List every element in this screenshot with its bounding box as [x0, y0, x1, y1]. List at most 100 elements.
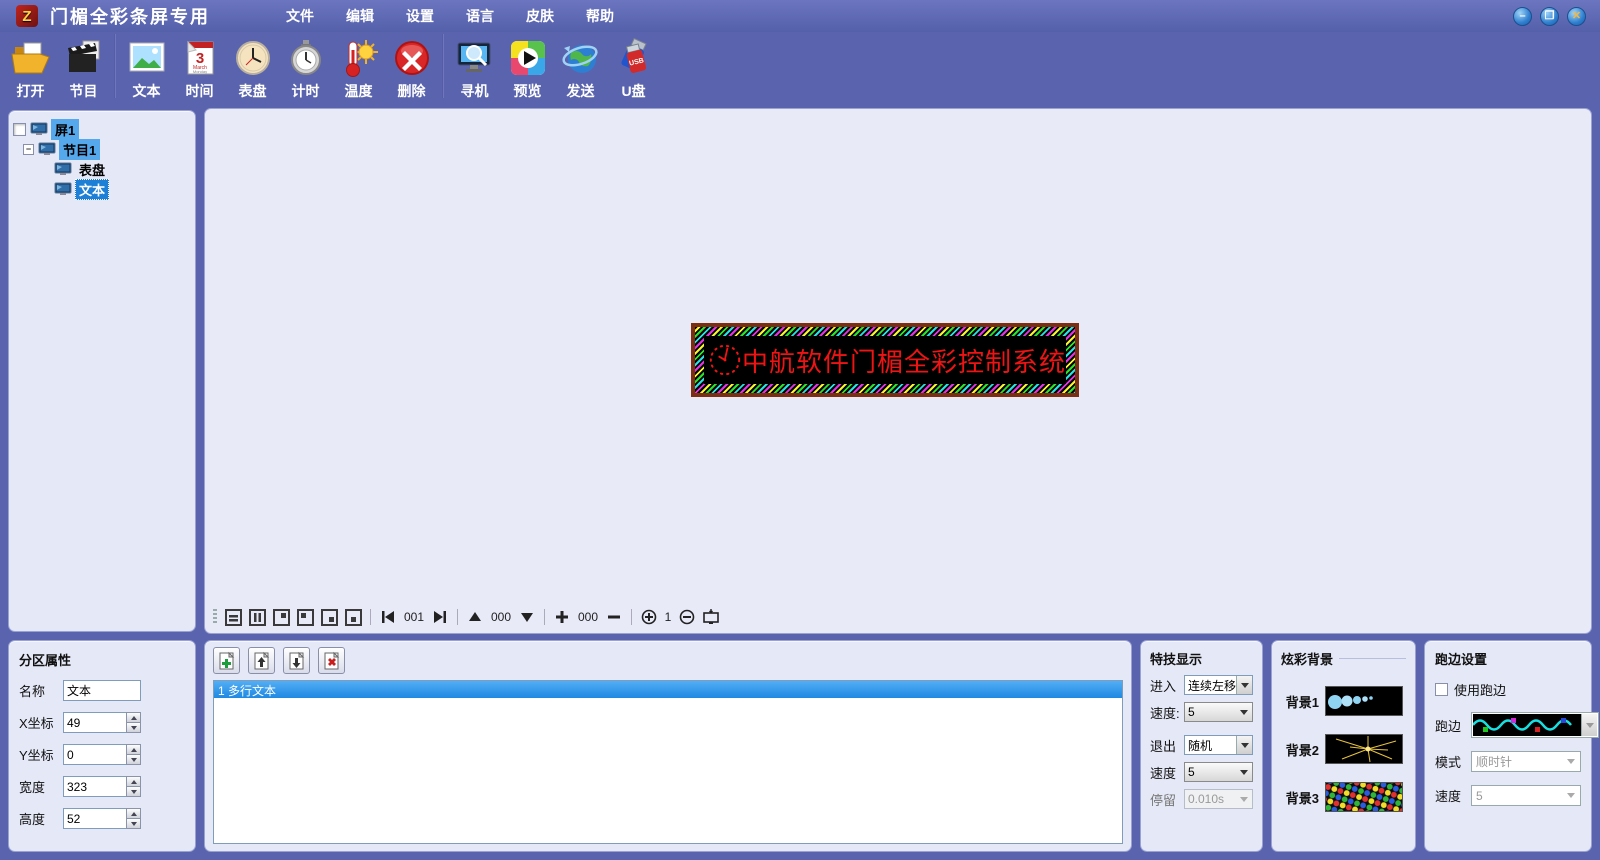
- align-bottom-right-button[interactable]: [319, 607, 339, 627]
- globe-send-icon: [560, 36, 602, 80]
- led-clock-icon: [708, 334, 742, 386]
- background3-thumbnail[interactable]: [1325, 782, 1403, 812]
- align-top-left-button[interactable]: [295, 607, 315, 627]
- align-vertical-center-button[interactable]: [247, 607, 267, 627]
- app-title: 门楣全彩条屏专用: [50, 3, 210, 29]
- menu-skin[interactable]: 皮肤: [510, 0, 570, 32]
- usb-drive-icon: USB: [613, 36, 655, 80]
- minimize-button[interactable]: –: [1513, 7, 1532, 26]
- row-up-button[interactable]: [465, 607, 485, 627]
- toolbar-grip[interactable]: [213, 609, 217, 625]
- last-page-button[interactable]: [430, 607, 450, 627]
- border-pattern-preview: [1473, 714, 1581, 736]
- led-preview[interactable]: 中航软件门楣全彩控制系统: [691, 323, 1079, 397]
- list-item-multiline-text[interactable]: 1 多行文本: [214, 681, 1122, 698]
- fit-screen-button[interactable]: [701, 607, 721, 627]
- background1-thumbnail[interactable]: [1325, 686, 1403, 716]
- enter-effect-select[interactable]: 连续左移: [1184, 675, 1253, 695]
- delete-x-icon: [391, 36, 433, 80]
- x-spinner[interactable]: [126, 712, 141, 733]
- border-pattern-select[interactable]: [1471, 712, 1599, 738]
- main-toolbar: 打开 节目 文本 3 Ma: [0, 32, 1600, 106]
- border-panel-title: 跑边设置: [1435, 649, 1581, 668]
- collapse-minus-icon[interactable]: −: [23, 144, 34, 155]
- program-tree-panel: 屏1 − 节目1 表盘 文本: [8, 110, 196, 632]
- name-label: 名称: [19, 681, 63, 700]
- enter-speed-label: 速度:: [1150, 703, 1184, 722]
- toolbar-separator: [442, 34, 444, 98]
- send-button[interactable]: 发送: [554, 32, 607, 101]
- menu-settings[interactable]: 设置: [390, 0, 450, 32]
- add-item-button[interactable]: [213, 647, 240, 674]
- partition-properties-panel: 分区属性 名称 X坐标 Y坐标 宽度 高度: [8, 640, 196, 852]
- align-top-right-button[interactable]: [271, 607, 291, 627]
- move-down-button[interactable]: [283, 647, 310, 674]
- exit-speed-select[interactable]: 5: [1184, 762, 1253, 782]
- align-horizontal-center-button[interactable]: [223, 607, 243, 627]
- tree-item-program[interactable]: − 节目1: [23, 139, 191, 159]
- preview-canvas[interactable]: 中航软件门楣全彩控制系统 001 000: [204, 108, 1592, 634]
- maximize-button[interactable]: ❐: [1540, 7, 1559, 26]
- delete-item-button[interactable]: [318, 647, 345, 674]
- height-spinner[interactable]: [126, 808, 141, 829]
- chevron-down-icon: [1236, 703, 1252, 721]
- menu-edit[interactable]: 编辑: [330, 0, 390, 32]
- decrease-button[interactable]: [604, 607, 624, 627]
- width-spinner[interactable]: [126, 776, 141, 797]
- clock-icon: [232, 36, 274, 80]
- menu-file[interactable]: 文件: [270, 0, 330, 32]
- preview-button[interactable]: 预览: [501, 32, 554, 101]
- background2-label: 背景2: [1281, 740, 1325, 759]
- stay-time-select: 0.010s: [1184, 789, 1253, 809]
- enter-speed-select[interactable]: 5: [1184, 702, 1253, 722]
- calendar-icon: 3 March Monday: [179, 36, 221, 80]
- border-speed-label: 速度: [1435, 786, 1471, 805]
- first-page-button[interactable]: [378, 607, 398, 627]
- monitor-icon: [54, 182, 72, 196]
- content-list[interactable]: 1 多行文本: [213, 680, 1123, 844]
- background3-label: 背景3: [1281, 788, 1325, 807]
- picture-icon: [126, 36, 168, 80]
- tree-item-dial[interactable]: 表盘: [53, 159, 191, 179]
- dial-button[interactable]: 表盘: [226, 32, 279, 101]
- timer-button[interactable]: 计时: [279, 32, 332, 101]
- close-button[interactable]: ✕: [1567, 7, 1586, 26]
- move-up-button[interactable]: [248, 647, 275, 674]
- find-device-button[interactable]: 寻机: [448, 32, 501, 101]
- zoom-in-button[interactable]: [639, 607, 659, 627]
- exit-effect-select[interactable]: 随机: [1184, 735, 1253, 755]
- usb-button[interactable]: USB U盘: [607, 32, 660, 101]
- program-button[interactable]: 节目: [57, 32, 110, 101]
- enter-effect-label: 进入: [1150, 676, 1184, 695]
- use-border-checkbox[interactable]: [1435, 683, 1448, 696]
- chevron-down-icon: [1581, 714, 1597, 736]
- align-bottom-center-button[interactable]: [343, 607, 363, 627]
- open-folder-icon: [10, 36, 52, 80]
- increase-button[interactable]: [552, 607, 572, 627]
- menu-language[interactable]: 语言: [450, 0, 510, 32]
- name-input[interactable]: [63, 680, 141, 701]
- canvas-nav-toolbar: 001 000 000 1: [213, 605, 721, 629]
- height-input[interactable]: [63, 808, 126, 829]
- screen-checkbox[interactable]: [13, 123, 26, 136]
- menu-help[interactable]: 帮助: [570, 0, 630, 32]
- border-pattern-label: 跑边: [1435, 716, 1471, 735]
- page-number: 001: [402, 610, 426, 624]
- time-button[interactable]: 3 March Monday 时间: [173, 32, 226, 101]
- tree-item-screen[interactable]: 屏1: [13, 119, 191, 139]
- monitor-icon: [30, 122, 48, 136]
- temperature-button[interactable]: 温度: [332, 32, 385, 101]
- zoom-out-button[interactable]: [677, 607, 697, 627]
- x-coordinate-input[interactable]: [63, 712, 126, 733]
- delete-button[interactable]: 删除: [385, 32, 438, 101]
- background1-label: 背景1: [1281, 692, 1325, 711]
- row-down-button[interactable]: [517, 607, 537, 627]
- tree-item-text[interactable]: 文本: [53, 179, 191, 199]
- width-input[interactable]: [63, 776, 126, 797]
- height-label: 高度: [19, 809, 63, 828]
- text-button[interactable]: 文本: [120, 32, 173, 101]
- y-spinner[interactable]: [126, 744, 141, 765]
- background2-thumbnail[interactable]: [1325, 734, 1403, 764]
- y-coordinate-input[interactable]: [63, 744, 126, 765]
- open-button[interactable]: 打开: [4, 32, 57, 101]
